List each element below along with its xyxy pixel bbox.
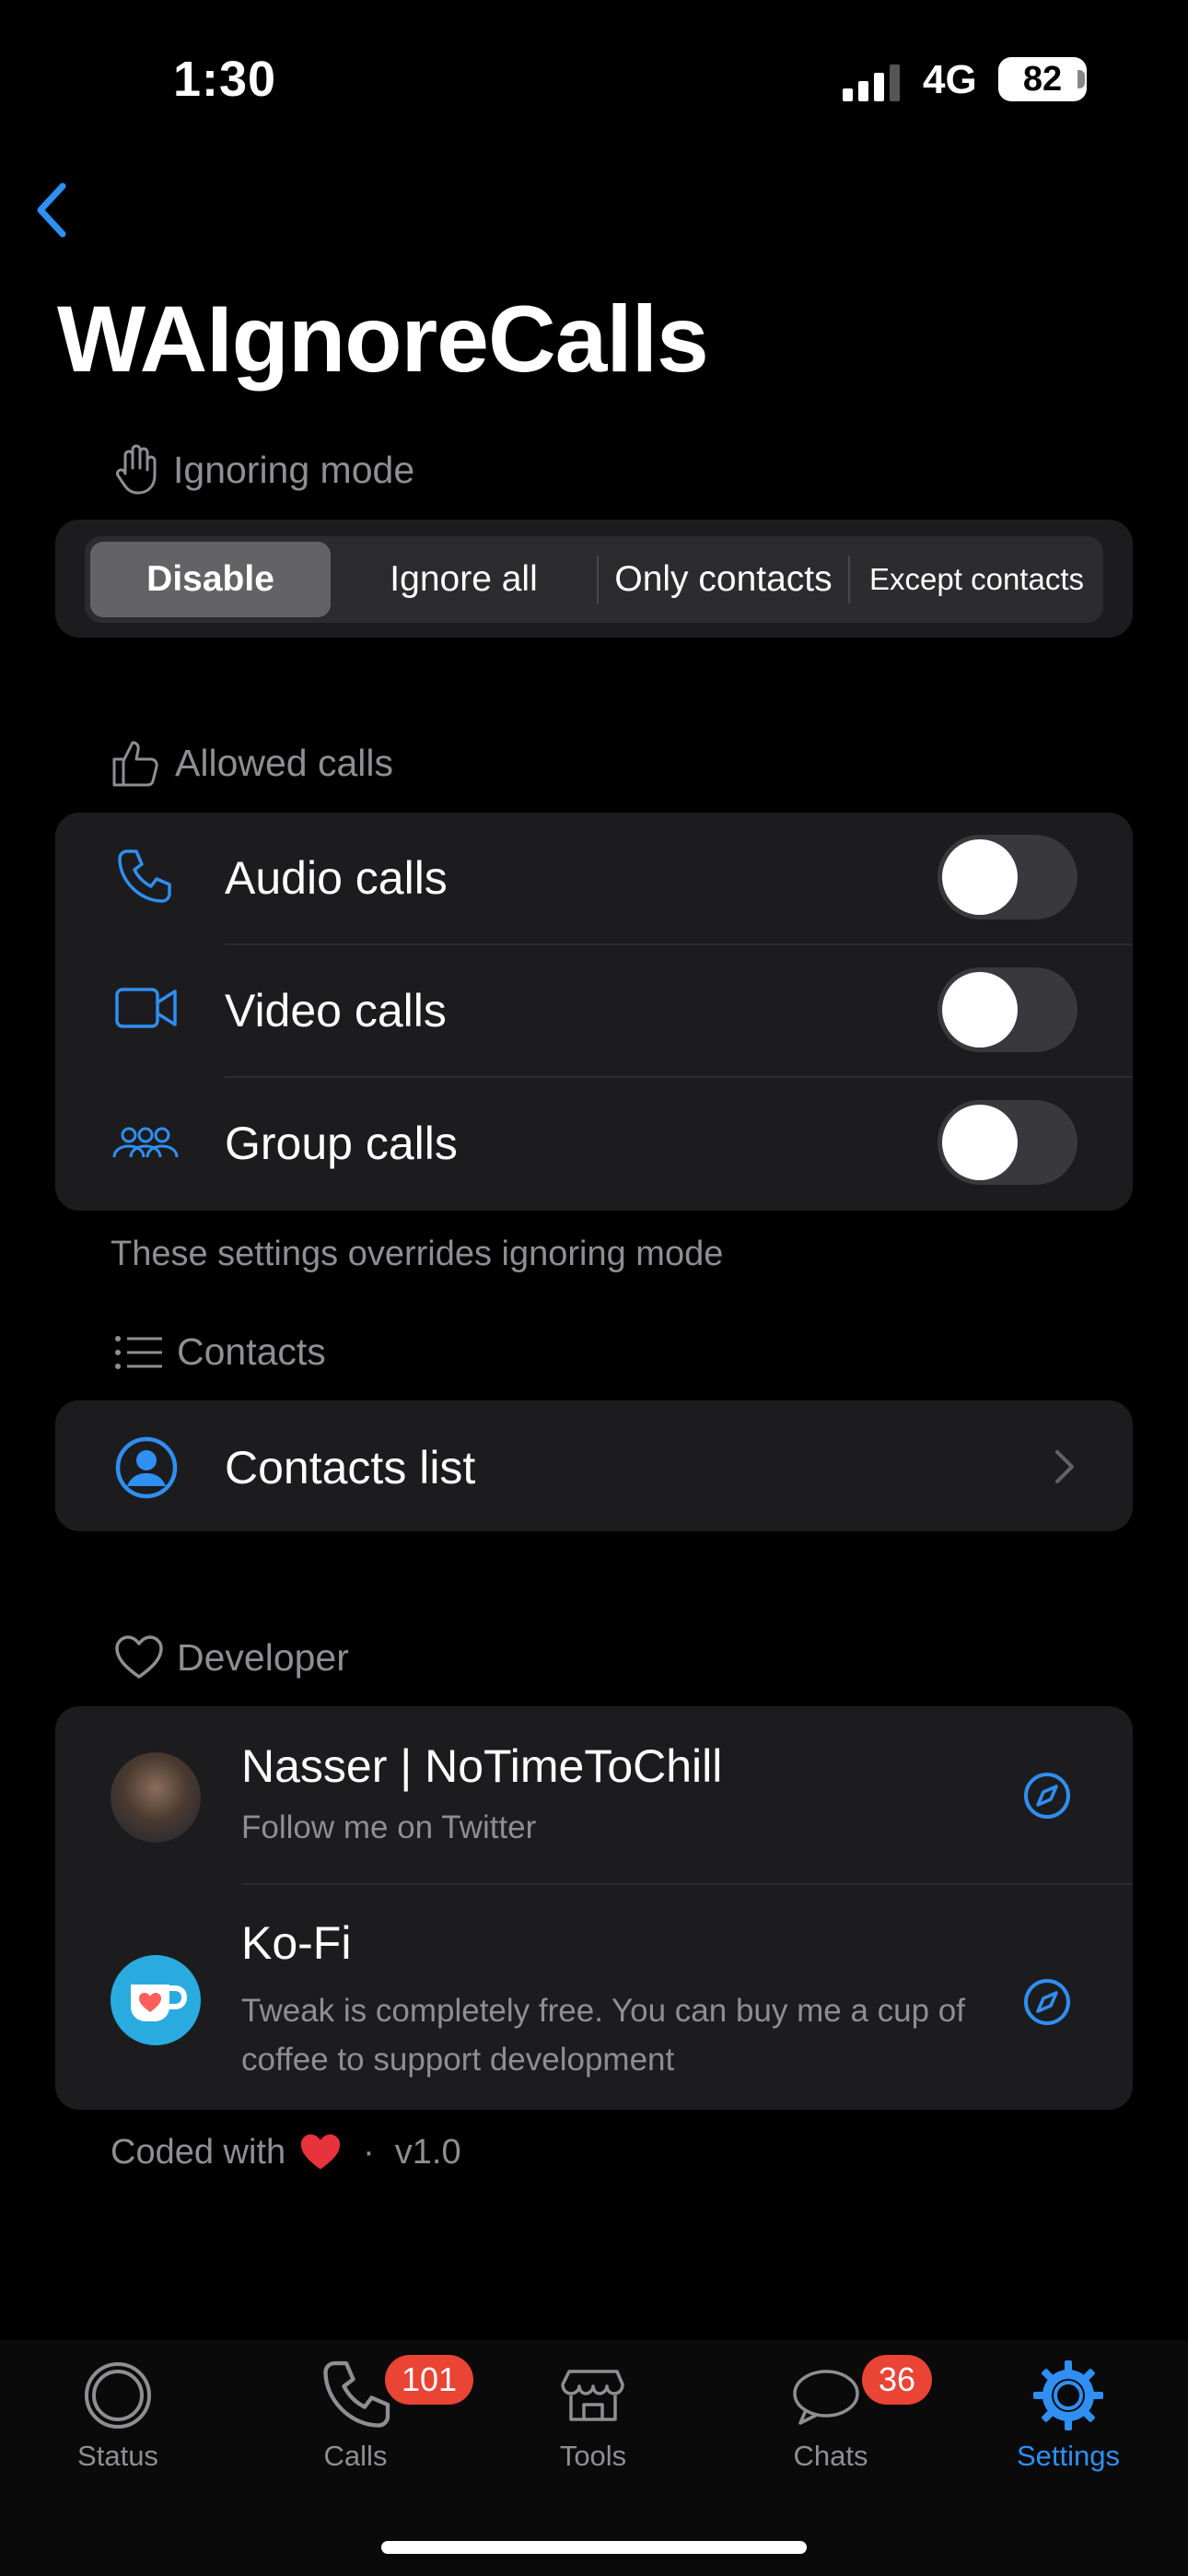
battery-tip [1077,70,1085,88]
allowed-calls-card: Audio calls Video calls Group calls [55,813,1133,1211]
person-circle-icon [115,1436,178,1499]
compass-icon[interactable] [1022,1771,1072,1821]
chat-bubbles-icon [793,2370,859,2425]
developer-twitter-row[interactable] [55,1706,1133,1883]
toggle-knob [942,839,1018,915]
home-indicator [381,2541,807,2554]
segment-ignore-all[interactable]: Ignore all [331,542,597,617]
back-chevron-icon[interactable] [33,181,70,240]
developer-card: Nasser | NoTimeToChill Follow me on Twit… [55,1706,1133,2110]
tab-label: Calls [323,2440,388,2472]
video-camera-icon [115,988,177,1028]
tab-tools[interactable]: Tools [501,2359,685,2473]
contacts-list-row[interactable]: Contacts list [55,1400,1133,1531]
page-title: WAIgnoreCalls [57,287,709,392]
group-calls-label: Group calls [225,1118,458,1169]
tab-settings[interactable]: Settings [976,2359,1160,2473]
section-developer: Developer [114,1634,349,1680]
segment-only-contacts[interactable]: Only contacts [599,542,848,617]
section-label: Developer [177,1635,349,1679]
battery-icon: 82 [998,57,1087,101]
cellular-signal-icon [843,64,900,101]
footer-separator: · [363,2132,375,2172]
section-ignoring-mode: Ignoring mode [114,444,414,496]
audio-calls-label: Audio calls [225,852,448,904]
version-label: v1.0 [394,2132,461,2172]
list-icon [115,1335,162,1369]
group-icon [112,1127,179,1158]
section-allowed-calls: Allowed calls [111,737,393,789]
contacts-list-label: Contacts list [225,1442,476,1493]
developer-subtitle: Follow me on Twitter [241,1809,537,1845]
network-type: 4G [923,57,977,102]
status-ring-icon [85,2362,151,2429]
toggle-knob [942,972,1018,1048]
thumbs-up-icon [112,741,158,787]
segment-disable[interactable]: Disable [90,542,332,617]
status-time: 1:30 [173,52,277,107]
compass-icon[interactable] [1022,1977,1072,2027]
row-separator [225,943,1133,945]
row-separator [225,1076,1133,1078]
gear-icon [1033,2360,1103,2430]
tab-label: Tools [559,2440,627,2472]
phone-icon [118,849,171,903]
video-calls-label: Video calls [225,985,447,1036]
avatar [111,1752,201,1843]
coded-with-label: Coded with [111,2132,286,2172]
calls-badge: 101 [385,2355,474,2405]
video-calls-toggle[interactable] [938,967,1077,1052]
chats-badge: 36 [862,2355,933,2405]
chevron-right-icon [1055,1450,1074,1483]
tab-label: Status [77,2440,158,2472]
tab-label: Settings [1016,2440,1120,2472]
kofi-subtitle: Tweak is completely free. You can buy me… [241,1993,965,2078]
battery-level: 82 [1022,59,1063,99]
section-label: Contacts [177,1330,326,1373]
tab-status[interactable]: Status [26,2359,210,2473]
toggle-knob [942,1105,1018,1180]
allowed-calls-footnote: These settings overrides ignoring mode [111,1235,724,1273]
red-heart-icon [301,2134,341,2170]
footer-credit: Coded with · v1.0 [111,2132,461,2172]
group-calls-toggle[interactable] [938,1100,1077,1185]
audio-calls-toggle[interactable] [938,835,1077,919]
section-label: Ignoring mode [173,448,415,491]
segment-except-contacts[interactable]: Except contacts [850,542,1103,617]
tab-label: Chats [793,2440,868,2472]
phone-icon [323,2360,390,2428]
kofi-logo-icon [111,1955,201,2045]
section-label: Allowed calls [175,741,393,784]
section-contacts: Contacts [114,1330,326,1374]
storefront-icon [561,2370,624,2421]
developer-name: Nasser | NoTimeToChill [241,1740,723,1792]
kofi-title: Ko-Fi [241,1917,352,1969]
heart-outline-icon [115,1635,163,1679]
hand-icon [116,444,157,495]
ignoring-mode-segmented-control[interactable]: Disable Ignore all Only contacts Except … [85,536,1103,623]
